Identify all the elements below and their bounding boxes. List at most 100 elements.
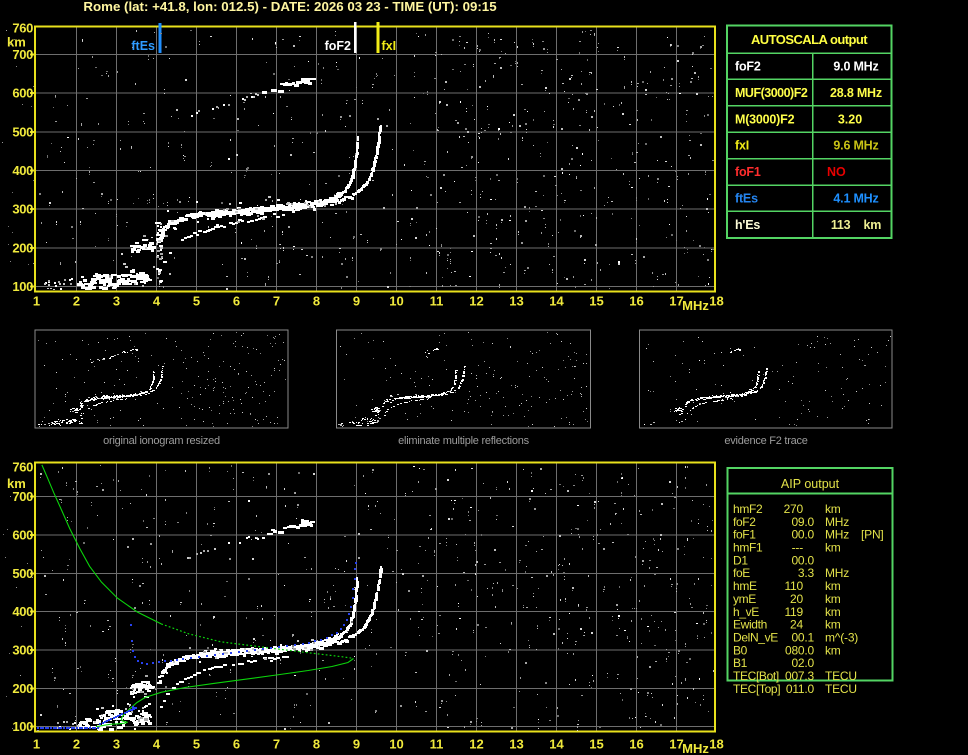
svg-text:TEC[Top]: TEC[Top] bbox=[733, 682, 780, 696]
svg-text:AIP output: AIP output bbox=[781, 477, 840, 491]
svg-text:4: 4 bbox=[153, 294, 161, 309]
svg-text:foF2: foF2 bbox=[735, 60, 761, 74]
svg-text:foE: foE bbox=[733, 566, 750, 580]
svg-text:TEC[Bot]: TEC[Bot] bbox=[733, 669, 779, 683]
svg-text:14: 14 bbox=[549, 737, 564, 752]
svg-text:6: 6 bbox=[233, 294, 240, 309]
svg-text:km: km bbox=[825, 502, 841, 516]
svg-text:600: 600 bbox=[12, 86, 33, 101]
svg-text:007.3: 007.3 bbox=[785, 669, 815, 683]
svg-text:100: 100 bbox=[12, 719, 33, 734]
svg-text:ftEs: ftEs bbox=[131, 39, 155, 53]
svg-text:110: 110 bbox=[784, 579, 803, 593]
svg-text:h'Es: h'Es bbox=[735, 218, 760, 232]
svg-text:4.1 MHz: 4.1 MHz bbox=[833, 192, 878, 206]
svg-text:6: 6 bbox=[233, 737, 240, 752]
svg-text:10: 10 bbox=[389, 737, 403, 752]
svg-text:km: km bbox=[825, 618, 841, 632]
svg-text:fxI: fxI bbox=[382, 39, 397, 53]
svg-text:Rome (lat: +41.8, lon: 012.5): Rome (lat: +41.8, lon: 012.5) - DATE: 20… bbox=[83, 0, 497, 14]
svg-text:11: 11 bbox=[430, 737, 444, 752]
svg-text:1: 1 bbox=[33, 294, 40, 309]
svg-text:km: km bbox=[825, 579, 841, 593]
svg-text:3: 3 bbox=[113, 294, 120, 309]
svg-text:100: 100 bbox=[12, 279, 33, 294]
svg-text:9.0 MHz: 9.0 MHz bbox=[833, 60, 878, 74]
svg-text:[PN]: [PN] bbox=[861, 528, 884, 542]
svg-text:760: 760 bbox=[12, 460, 33, 475]
svg-text:00.1: 00.1 bbox=[791, 631, 814, 645]
svg-text:15: 15 bbox=[589, 294, 603, 309]
svg-text:ftEs: ftEs bbox=[735, 192, 758, 206]
svg-text:4: 4 bbox=[153, 737, 161, 752]
svg-text:MHz: MHz bbox=[825, 566, 849, 580]
svg-text:DelN_vE: DelN_vE bbox=[733, 631, 778, 645]
svg-text:hmF2: hmF2 bbox=[733, 502, 763, 516]
svg-text:9: 9 bbox=[353, 294, 360, 309]
svg-text:18: 18 bbox=[709, 294, 723, 309]
svg-text:28.8 MHz: 28.8 MHz bbox=[830, 86, 882, 100]
svg-text:3.20: 3.20 bbox=[838, 112, 862, 126]
svg-text:18: 18 bbox=[709, 737, 723, 752]
svg-text:9.6 MHz: 9.6 MHz bbox=[833, 139, 878, 153]
svg-text:7: 7 bbox=[273, 737, 280, 752]
svg-text:5: 5 bbox=[193, 294, 200, 309]
svg-text:eliminate multiple reflections: eliminate multiple reflections bbox=[398, 435, 529, 447]
svg-text:Ewidth: Ewidth bbox=[733, 618, 767, 632]
svg-text:760: 760 bbox=[12, 21, 33, 36]
svg-text:1: 1 bbox=[33, 737, 40, 752]
svg-text:hmE: hmE bbox=[733, 579, 757, 593]
svg-text:2: 2 bbox=[73, 294, 80, 309]
svg-text:TECU: TECU bbox=[825, 682, 857, 696]
svg-text:evidence F2 trace: evidence F2 trace bbox=[724, 435, 807, 447]
svg-text:15: 15 bbox=[589, 737, 603, 752]
svg-text:foF1: foF1 bbox=[735, 165, 761, 179]
svg-text:8: 8 bbox=[313, 294, 320, 309]
svg-text:16: 16 bbox=[629, 294, 643, 309]
svg-text:3: 3 bbox=[113, 737, 120, 752]
svg-text:M(3000)F2: M(3000)F2 bbox=[735, 112, 795, 126]
svg-text:m^(-3): m^(-3) bbox=[825, 631, 858, 645]
svg-text:8: 8 bbox=[313, 737, 320, 752]
svg-text:7: 7 bbox=[273, 294, 280, 309]
svg-text:700: 700 bbox=[12, 489, 33, 504]
svg-text:MUF(3000)F2: MUF(3000)F2 bbox=[735, 86, 808, 100]
svg-text:km: km bbox=[825, 643, 841, 657]
svg-text:foF2: foF2 bbox=[325, 39, 351, 53]
svg-text:AUTOSCALA output: AUTOSCALA output bbox=[751, 32, 868, 47]
svg-text:300: 300 bbox=[12, 642, 33, 657]
svg-text:700: 700 bbox=[12, 47, 33, 62]
svg-text:12: 12 bbox=[469, 737, 483, 752]
svg-text:400: 400 bbox=[12, 163, 33, 178]
svg-text:MHz: MHz bbox=[682, 741, 709, 755]
svg-text:MHz: MHz bbox=[682, 298, 709, 313]
svg-text:11: 11 bbox=[430, 294, 444, 309]
svg-text:2: 2 bbox=[73, 737, 80, 752]
svg-text:500: 500 bbox=[12, 124, 33, 139]
svg-text:24: 24 bbox=[790, 618, 803, 632]
svg-text:300: 300 bbox=[12, 202, 33, 217]
svg-text:14: 14 bbox=[549, 294, 564, 309]
svg-text:13: 13 bbox=[509, 737, 523, 752]
svg-text:16: 16 bbox=[629, 737, 643, 752]
svg-text:270: 270 bbox=[784, 502, 804, 516]
svg-text:TECU: TECU bbox=[825, 669, 857, 683]
svg-text:5: 5 bbox=[193, 737, 200, 752]
svg-text:9: 9 bbox=[353, 737, 360, 752]
svg-text:400: 400 bbox=[12, 604, 33, 619]
svg-text:km: km bbox=[825, 541, 841, 555]
svg-text:NO: NO bbox=[827, 165, 846, 179]
svg-text:---: --- bbox=[792, 541, 804, 555]
svg-text:113 km: 113 km bbox=[831, 218, 881, 232]
svg-text:600: 600 bbox=[12, 528, 33, 543]
svg-text:fxI: fxI bbox=[735, 139, 749, 153]
svg-text:500: 500 bbox=[12, 566, 33, 581]
svg-text:hmF1: hmF1 bbox=[733, 541, 763, 555]
svg-text:200: 200 bbox=[12, 681, 33, 696]
svg-text:10: 10 bbox=[389, 294, 403, 309]
svg-text:13: 13 bbox=[509, 294, 523, 309]
svg-text:3.3: 3.3 bbox=[798, 566, 815, 580]
svg-text:12: 12 bbox=[469, 294, 483, 309]
svg-text:original ionogram resized: original ionogram resized bbox=[103, 435, 220, 447]
svg-text:200: 200 bbox=[12, 240, 33, 255]
